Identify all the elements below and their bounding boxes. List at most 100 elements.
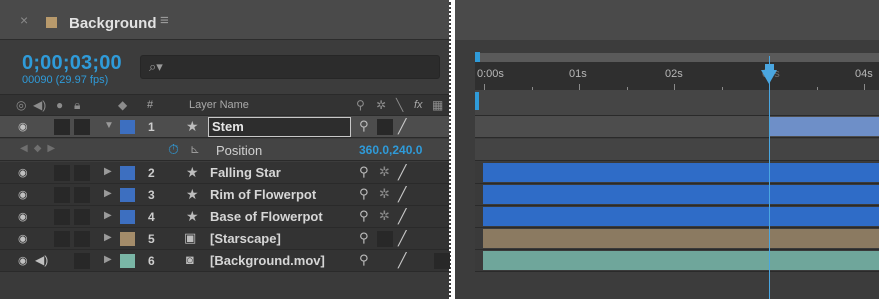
collapse-switch-icon[interactable]: ✲ (379, 164, 390, 180)
lock-toggle[interactable] (74, 187, 90, 203)
layer-name-header[interactable]: Layer Name (189, 99, 249, 111)
label-color-swatch[interactable] (120, 254, 135, 268)
shy-switch-icon[interactable]: ⚲ (359, 164, 369, 180)
shy-switch-icon[interactable]: ⚲ (359, 230, 369, 246)
layer-bar-6[interactable] (483, 251, 879, 270)
layer-bar-1[interactable] (770, 117, 879, 136)
timeline-layer-panel: × Background ≡ 0;00;03;00 00090 (29.97 f… (0, 0, 451, 299)
quality-switch-icon[interactable]: ╱ (398, 164, 406, 181)
shy-switch-icon[interactable]: ⚲ (359, 252, 369, 268)
eye-icon[interactable]: ◉ (18, 166, 28, 179)
layer-bar-3[interactable] (483, 185, 879, 204)
layer-name[interactable]: Rim of Flowerpot (210, 187, 316, 202)
lock-toggle[interactable] (74, 165, 90, 181)
quality-switch-icon[interactable]: ╱ (398, 186, 406, 203)
work-area-bar[interactable] (479, 53, 879, 62)
panel-menu-icon[interactable]: ≡ (160, 12, 169, 29)
keyframe-navigator-icon[interactable]: ◀◆▶ (20, 143, 61, 154)
eye-icon[interactable]: ◉ (18, 232, 28, 245)
expand-triangle-icon[interactable]: ▶ (104, 210, 112, 221)
lock-toggle[interactable] (74, 231, 90, 247)
timeline-header-row (475, 90, 879, 116)
collapse-switch-icon[interactable]: ✲ (376, 98, 386, 112)
solo-toggle[interactable] (54, 231, 70, 247)
quality-switch-icon[interactable]: ╱ (398, 252, 406, 269)
layer-row-1[interactable]: ◉ ▼ 1 ★ Stem ⚲ ╱ (0, 116, 449, 138)
expand-triangle-icon[interactable]: ▶ (104, 254, 112, 265)
lock-toggle[interactable] (74, 253, 90, 269)
speaker-icon[interactable]: ◀) (35, 253, 48, 267)
comp-tab-title[interactable]: Background (69, 15, 157, 32)
timeline-top-bar (455, 0, 879, 40)
current-timecode[interactable]: 0;00;03;00 (22, 52, 122, 75)
footage-layer-icon: ◙ (186, 252, 194, 267)
eye-icon[interactable]: ◉ (18, 210, 28, 223)
label-color-swatch[interactable] (120, 120, 135, 134)
layer-row-2[interactable]: ◉ ▶ 2 ★ Falling Star ⚲ ✲ ╱ (0, 162, 449, 184)
layer-name[interactable]: [Starscape] (210, 231, 281, 246)
lock-icon[interactable]: 🔒︎ (74, 98, 80, 113)
layer-name[interactable]: [Background.mov] (210, 253, 325, 268)
collapse-switch[interactable] (377, 231, 393, 247)
label-color-swatch[interactable] (120, 188, 135, 202)
solo-toggle[interactable] (54, 209, 70, 225)
label-color-swatch[interactable] (120, 210, 135, 224)
property-row-position[interactable]: ◀◆▶ ⏱ ⊾ Position 360.0,240.0 (0, 139, 449, 161)
stopwatch-icon[interactable]: ⏱ (168, 141, 179, 158)
comp-start-marker (475, 92, 479, 110)
audio-toggle-icon[interactable]: ◀) (33, 98, 46, 112)
eye-icon[interactable]: ◉ (18, 254, 28, 267)
layer-name[interactable]: Falling Star (210, 165, 281, 180)
collapse-switch-icon[interactable]: ✲ (379, 208, 390, 224)
solo-icon[interactable]: ● (56, 98, 63, 112)
layer-row-5[interactable]: ◉ ▶ 5 ▣ [Starscape] ⚲ ╱ (0, 228, 449, 250)
collapse-switch-icon[interactable]: ✲ (379, 186, 390, 202)
expand-triangle-icon[interactable]: ▶ (104, 188, 112, 199)
shy-switch-icon[interactable]: ⚲ (356, 98, 365, 112)
expand-triangle-icon[interactable]: ▶ (104, 166, 112, 177)
time-ruler[interactable]: 0:00s 01s 02s 03s 04s (475, 62, 879, 90)
lock-toggle[interactable] (74, 209, 90, 225)
eye-icon[interactable]: ◉ (18, 120, 28, 133)
shy-switch-icon[interactable]: ⚲ (359, 208, 369, 224)
layer-bar-2[interactable] (483, 163, 879, 182)
shy-switch-icon[interactable]: ⚲ (359, 118, 369, 134)
frame-blend-switch[interactable] (434, 253, 450, 269)
search-input[interactable]: ⌕▾ (140, 55, 440, 79)
close-tab-icon[interactable]: × (20, 12, 28, 28)
quality-switch-icon[interactable]: ╱ (398, 230, 406, 247)
layer-name[interactable]: Base of Flowerpot (210, 209, 323, 224)
expand-triangle-icon[interactable]: ▶ (104, 232, 112, 243)
solo-toggle[interactable] (54, 165, 70, 181)
label-color-swatch[interactable] (120, 232, 135, 246)
label-tag-icon[interactable]: ◆ (118, 98, 127, 112)
effects-switch-icon[interactable]: fx (414, 99, 423, 111)
layer-bar-5[interactable] (483, 229, 879, 248)
property-value[interactable]: 360.0,240.0 (359, 143, 422, 157)
quality-switch-icon[interactable]: ╲ (396, 98, 403, 112)
timeline-row-2 (475, 162, 879, 184)
playhead-line[interactable] (769, 56, 770, 299)
solo-toggle[interactable] (54, 187, 70, 203)
graph-editor-icon[interactable]: ⊾ (190, 142, 200, 156)
search-icon: ⌕▾ (149, 59, 163, 74)
eye-icon[interactable]: ◉ (18, 188, 28, 201)
frame-blend-icon[interactable]: ▦ (432, 98, 443, 112)
quality-switch-icon[interactable]: ╱ (398, 118, 406, 135)
shy-switch-icon[interactable]: ⚲ (359, 186, 369, 202)
collapse-switch[interactable] (377, 119, 393, 135)
time-tick-label: 0:00s (477, 68, 504, 80)
label-color-swatch[interactable] (120, 166, 135, 180)
playhead-indicator-icon[interactable] (761, 70, 777, 84)
layer-row-4[interactable]: ◉ ▶ 4 ★ Base of Flowerpot ⚲ ✲ ╱ (0, 206, 449, 228)
timeline-row-3 (475, 184, 879, 206)
layer-name-edit-field[interactable]: Stem (208, 117, 351, 137)
layer-bar-4[interactable] (483, 207, 879, 226)
quality-switch-icon[interactable]: ╱ (398, 208, 406, 225)
layer-row-6[interactable]: ◉ ◀) ▶ 6 ◙ [Background.mov] ⚲ ╱ (0, 250, 450, 272)
expand-triangle-icon[interactable]: ▼ (104, 120, 114, 131)
lock-toggle[interactable] (74, 119, 90, 135)
solo-toggle[interactable] (54, 119, 70, 135)
layer-row-3[interactable]: ◉ ▶ 3 ★ Rim of Flowerpot ⚲ ✲ ╱ (0, 184, 449, 206)
video-toggle-icon[interactable]: ◎ (16, 98, 26, 112)
